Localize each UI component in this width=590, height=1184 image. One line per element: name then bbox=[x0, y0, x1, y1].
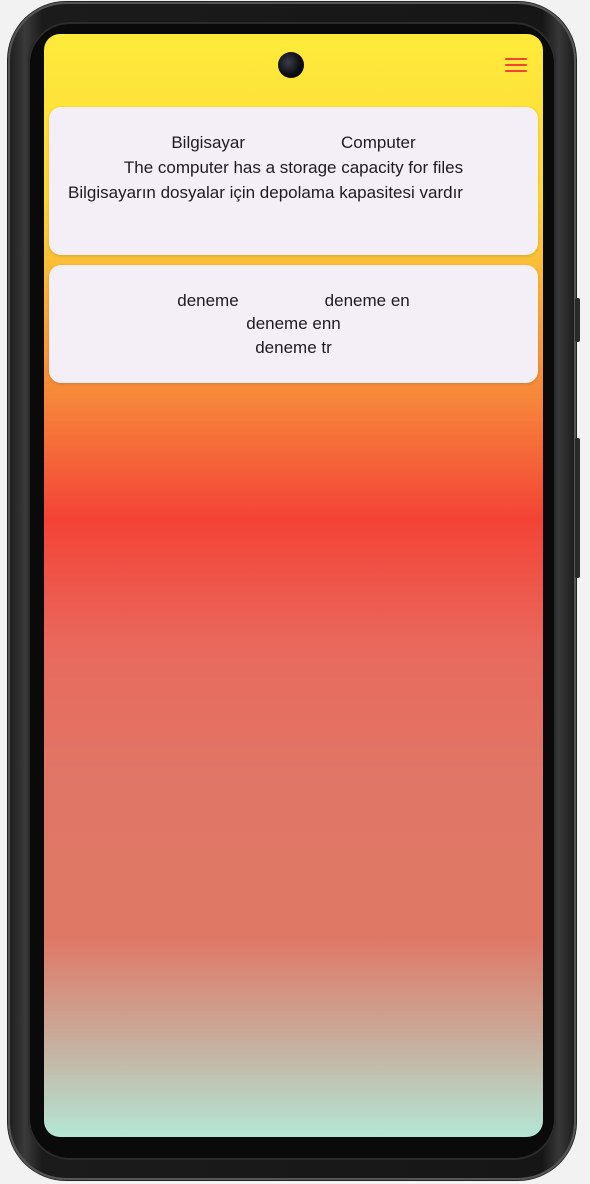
app-bar bbox=[44, 34, 543, 104]
example-tr-text: Bilgisayarın dosyalar için depolama kapa… bbox=[68, 183, 463, 202]
word-row: deneme deneme en bbox=[49, 290, 538, 312]
word-text: Bilgisayar bbox=[171, 133, 246, 152]
power-button bbox=[575, 298, 580, 342]
word-text: deneme bbox=[177, 291, 239, 310]
word-row: Bilgisayar Computer bbox=[49, 132, 538, 154]
example-en-text: deneme enn bbox=[246, 314, 341, 333]
translation-text: Computer bbox=[341, 133, 416, 152]
word-card[interactable]: deneme deneme en deneme enn deneme tr bbox=[49, 265, 538, 383]
example-tr-text: deneme tr bbox=[255, 338, 332, 357]
example-en-text: The computer has a storage capacity for … bbox=[123, 158, 464, 177]
volume-button bbox=[575, 438, 580, 578]
hamburger-menu-icon[interactable] bbox=[505, 58, 527, 74]
word-card[interactable]: Bilgisayar Computer The computer has a s… bbox=[49, 107, 538, 255]
translation-text: deneme en bbox=[324, 291, 410, 310]
front-camera bbox=[278, 52, 304, 78]
app-screen: Bilgisayar Computer The computer has a s… bbox=[44, 34, 543, 1137]
